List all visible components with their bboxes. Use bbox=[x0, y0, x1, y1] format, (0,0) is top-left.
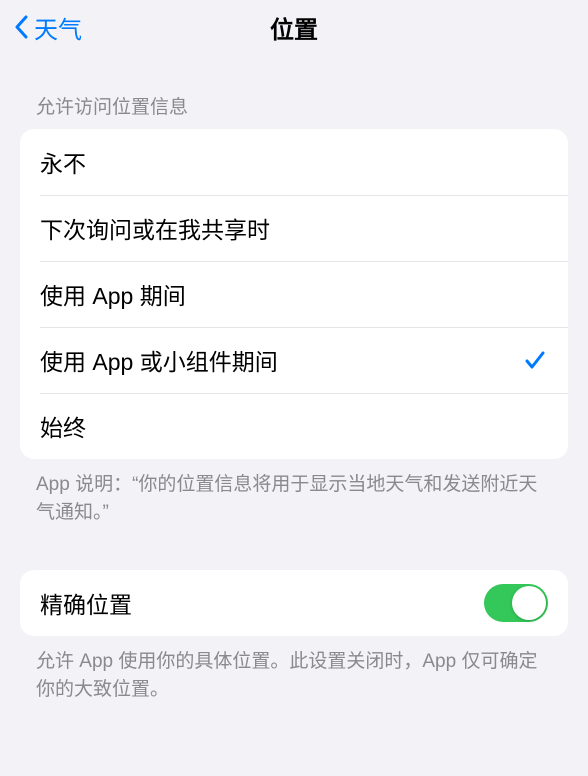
option-while-using-app-or-widgets[interactable]: 使用 App 或小组件期间 bbox=[20, 327, 568, 393]
back-label: 天气 bbox=[34, 10, 82, 45]
page-title: 位置 bbox=[270, 10, 318, 45]
precise-location-label: 精确位置 bbox=[40, 586, 132, 620]
access-options-group: 永不 下次询问或在我共享时 使用 App 期间 使用 App 或小组件期间 始终 bbox=[20, 129, 568, 459]
section-footer-access: App 说明：“你的位置信息将用于显示当地天气和发送附近天气通知。” bbox=[0, 459, 588, 526]
back-button[interactable]: 天气 bbox=[12, 10, 82, 45]
option-always[interactable]: 始终 bbox=[20, 393, 568, 459]
option-while-using-app[interactable]: 使用 App 期间 bbox=[20, 261, 568, 327]
nav-header: 天气 位置 bbox=[0, 0, 588, 54]
chevron-left-icon bbox=[12, 13, 30, 41]
section-footer-precise: 允许 App 使用你的具体位置。此设置关闭时，App 仅可确定你的大致位置。 bbox=[0, 636, 588, 703]
toggle-knob bbox=[512, 586, 546, 620]
section-header-access: 允许访问位置信息 bbox=[0, 54, 588, 129]
option-label: 永不 bbox=[40, 145, 86, 179]
precise-location-group: 精确位置 bbox=[20, 570, 568, 636]
option-label: 下次询问或在我共享时 bbox=[40, 211, 270, 245]
option-never[interactable]: 永不 bbox=[20, 129, 568, 195]
checkmark-icon bbox=[522, 347, 548, 373]
precise-location-row[interactable]: 精确位置 bbox=[20, 570, 568, 636]
option-label: 使用 App 期间 bbox=[40, 277, 186, 311]
option-label: 使用 App 或小组件期间 bbox=[40, 343, 278, 377]
option-ask-next-time[interactable]: 下次询问或在我共享时 bbox=[20, 195, 568, 261]
precise-location-toggle[interactable] bbox=[484, 584, 548, 622]
option-label: 始终 bbox=[40, 409, 86, 443]
